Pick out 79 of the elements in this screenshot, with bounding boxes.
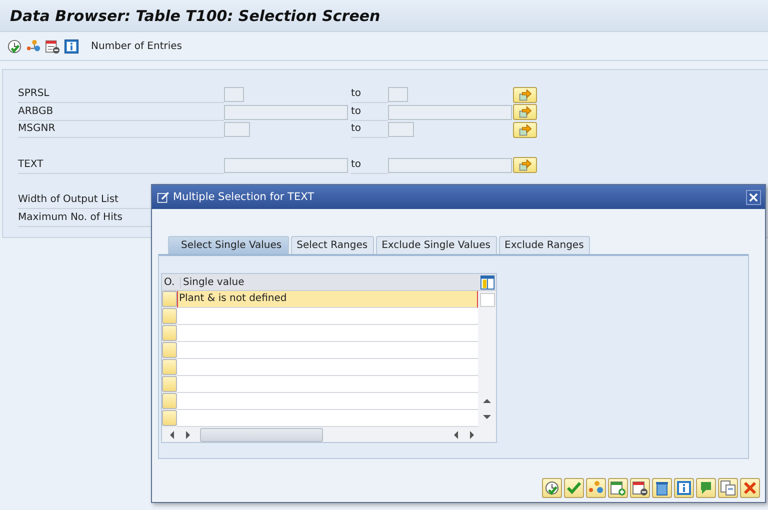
row-selector[interactable] xyxy=(162,359,177,375)
tab[interactable]: Select Ranges xyxy=(290,236,374,254)
execute-button[interactable] xyxy=(542,478,562,498)
close-icon xyxy=(749,192,758,202)
checkmark-button[interactable] xyxy=(564,478,584,498)
input-field[interactable] xyxy=(388,158,512,173)
tab[interactable]: Exclude Single Values xyxy=(376,236,497,254)
checkmark-icon xyxy=(566,480,582,496)
input-field[interactable] xyxy=(388,122,414,138)
tab[interactable]: Select Single Values xyxy=(168,236,289,254)
hierarchy-button[interactable] xyxy=(586,478,606,498)
input-field[interactable] xyxy=(388,104,512,120)
input-field[interactable] xyxy=(224,87,244,102)
number-of-entries-button[interactable]: Number of Entries xyxy=(91,40,182,52)
window-title: Data Browser: Table T100: Selection Screen xyxy=(10,6,380,24)
arrow-icon xyxy=(518,88,532,102)
column-header: Single value xyxy=(182,276,246,288)
input-field[interactable] xyxy=(224,122,250,138)
copy-button[interactable] xyxy=(718,478,738,498)
scrollbar-thumb[interactable] xyxy=(200,428,323,442)
table-cell[interactable] xyxy=(177,359,478,376)
delete-row-icon[interactable] xyxy=(45,38,60,54)
speech-bubble-icon xyxy=(698,480,714,496)
multiple-selection-button[interactable] xyxy=(513,157,537,174)
close-button[interactable] xyxy=(740,478,760,498)
multiple-selection-button[interactable] xyxy=(513,86,537,103)
table-cell[interactable]: Plant & is not defined xyxy=(177,291,478,308)
scrollbar-thumb[interactable] xyxy=(480,293,494,307)
info-button[interactable] xyxy=(674,478,694,498)
table-cell[interactable] xyxy=(177,308,478,325)
column-header: O. xyxy=(162,276,181,288)
info-icon[interactable] xyxy=(64,38,79,54)
multiple-selection-button[interactable] xyxy=(513,104,537,120)
scroll-down-icon[interactable] xyxy=(482,413,492,421)
input-field[interactable] xyxy=(224,104,348,120)
arrow-icon xyxy=(518,122,532,137)
tab[interactable]: Exclude Ranges xyxy=(498,236,590,254)
hierarchy-icon[interactable] xyxy=(26,38,41,54)
scroll-left-icon[interactable] xyxy=(168,430,176,440)
edit-icon xyxy=(157,190,170,204)
row-selector[interactable] xyxy=(162,325,177,341)
info-icon xyxy=(676,480,692,496)
delete-row-icon xyxy=(632,480,648,496)
trash-button[interactable] xyxy=(652,478,672,498)
hierarchy-icon xyxy=(588,480,604,496)
scroll-right-icon[interactable] xyxy=(184,430,192,440)
column-settings-icon[interactable] xyxy=(480,274,495,290)
field-label: ARBGB xyxy=(18,104,224,121)
scroll-up-icon[interactable] xyxy=(482,397,492,405)
row-selector[interactable] xyxy=(162,308,177,324)
row-selector[interactable] xyxy=(162,342,177,358)
execute-icon[interactable] xyxy=(7,38,22,54)
arrow-icon xyxy=(518,105,532,120)
delete-row-button[interactable] xyxy=(630,478,650,498)
row-selector[interactable] xyxy=(162,376,177,392)
add-row-button[interactable] xyxy=(608,478,628,498)
close-button[interactable] xyxy=(746,190,761,204)
field-label: TEXT xyxy=(18,156,224,174)
field-label: SPRSL xyxy=(18,86,224,104)
input-field[interactable] xyxy=(388,87,408,102)
multiple-selection-button[interactable] xyxy=(513,122,537,138)
trash-icon xyxy=(654,480,670,496)
arrow-icon xyxy=(518,158,532,172)
scroll-left-icon[interactable] xyxy=(452,430,460,440)
table-cell[interactable] xyxy=(177,325,478,342)
field-label: MSGNR xyxy=(18,121,224,138)
execute-icon xyxy=(544,480,560,496)
table-cell[interactable] xyxy=(177,393,478,410)
close-icon xyxy=(742,480,758,496)
add-row-icon xyxy=(610,480,626,496)
table-cell[interactable] xyxy=(177,376,478,393)
speech-bubble-button[interactable] xyxy=(696,478,716,498)
table-cell[interactable] xyxy=(177,410,478,427)
scroll-right-icon[interactable] xyxy=(468,430,476,440)
row-selector[interactable] xyxy=(162,393,177,409)
table-cell[interactable] xyxy=(177,342,478,359)
input-field[interactable] xyxy=(224,158,348,173)
copy-icon xyxy=(720,480,736,496)
row-selector[interactable] xyxy=(162,291,177,307)
